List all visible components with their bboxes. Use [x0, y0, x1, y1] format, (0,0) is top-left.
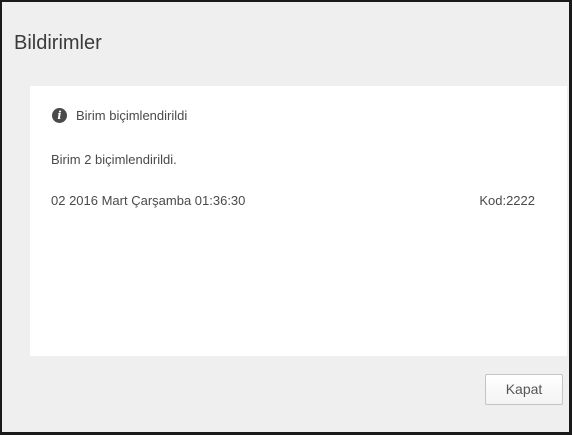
dialog-title: Bildirimler: [14, 32, 102, 54]
close-button[interactable]: Kapat: [485, 374, 563, 405]
notification-heading: Birim biçimlendirildi: [76, 108, 188, 123]
info-icon: i: [52, 108, 67, 123]
notification-message: Birim 2 biçimlendirildi.: [51, 152, 177, 167]
notification-timestamp: 02 2016 Mart Çarşamba 01:36:30: [51, 193, 246, 208]
notification-header: i Birim biçimlendirildi: [52, 108, 187, 123]
notifications-dialog: Bildirimler i Birim biçimlendirildi Biri…: [0, 0, 572, 435]
notification-panel: i Birim biçimlendirildi Birim 2 biçimlen…: [30, 86, 567, 356]
notification-code: Kod:2222: [479, 193, 535, 208]
